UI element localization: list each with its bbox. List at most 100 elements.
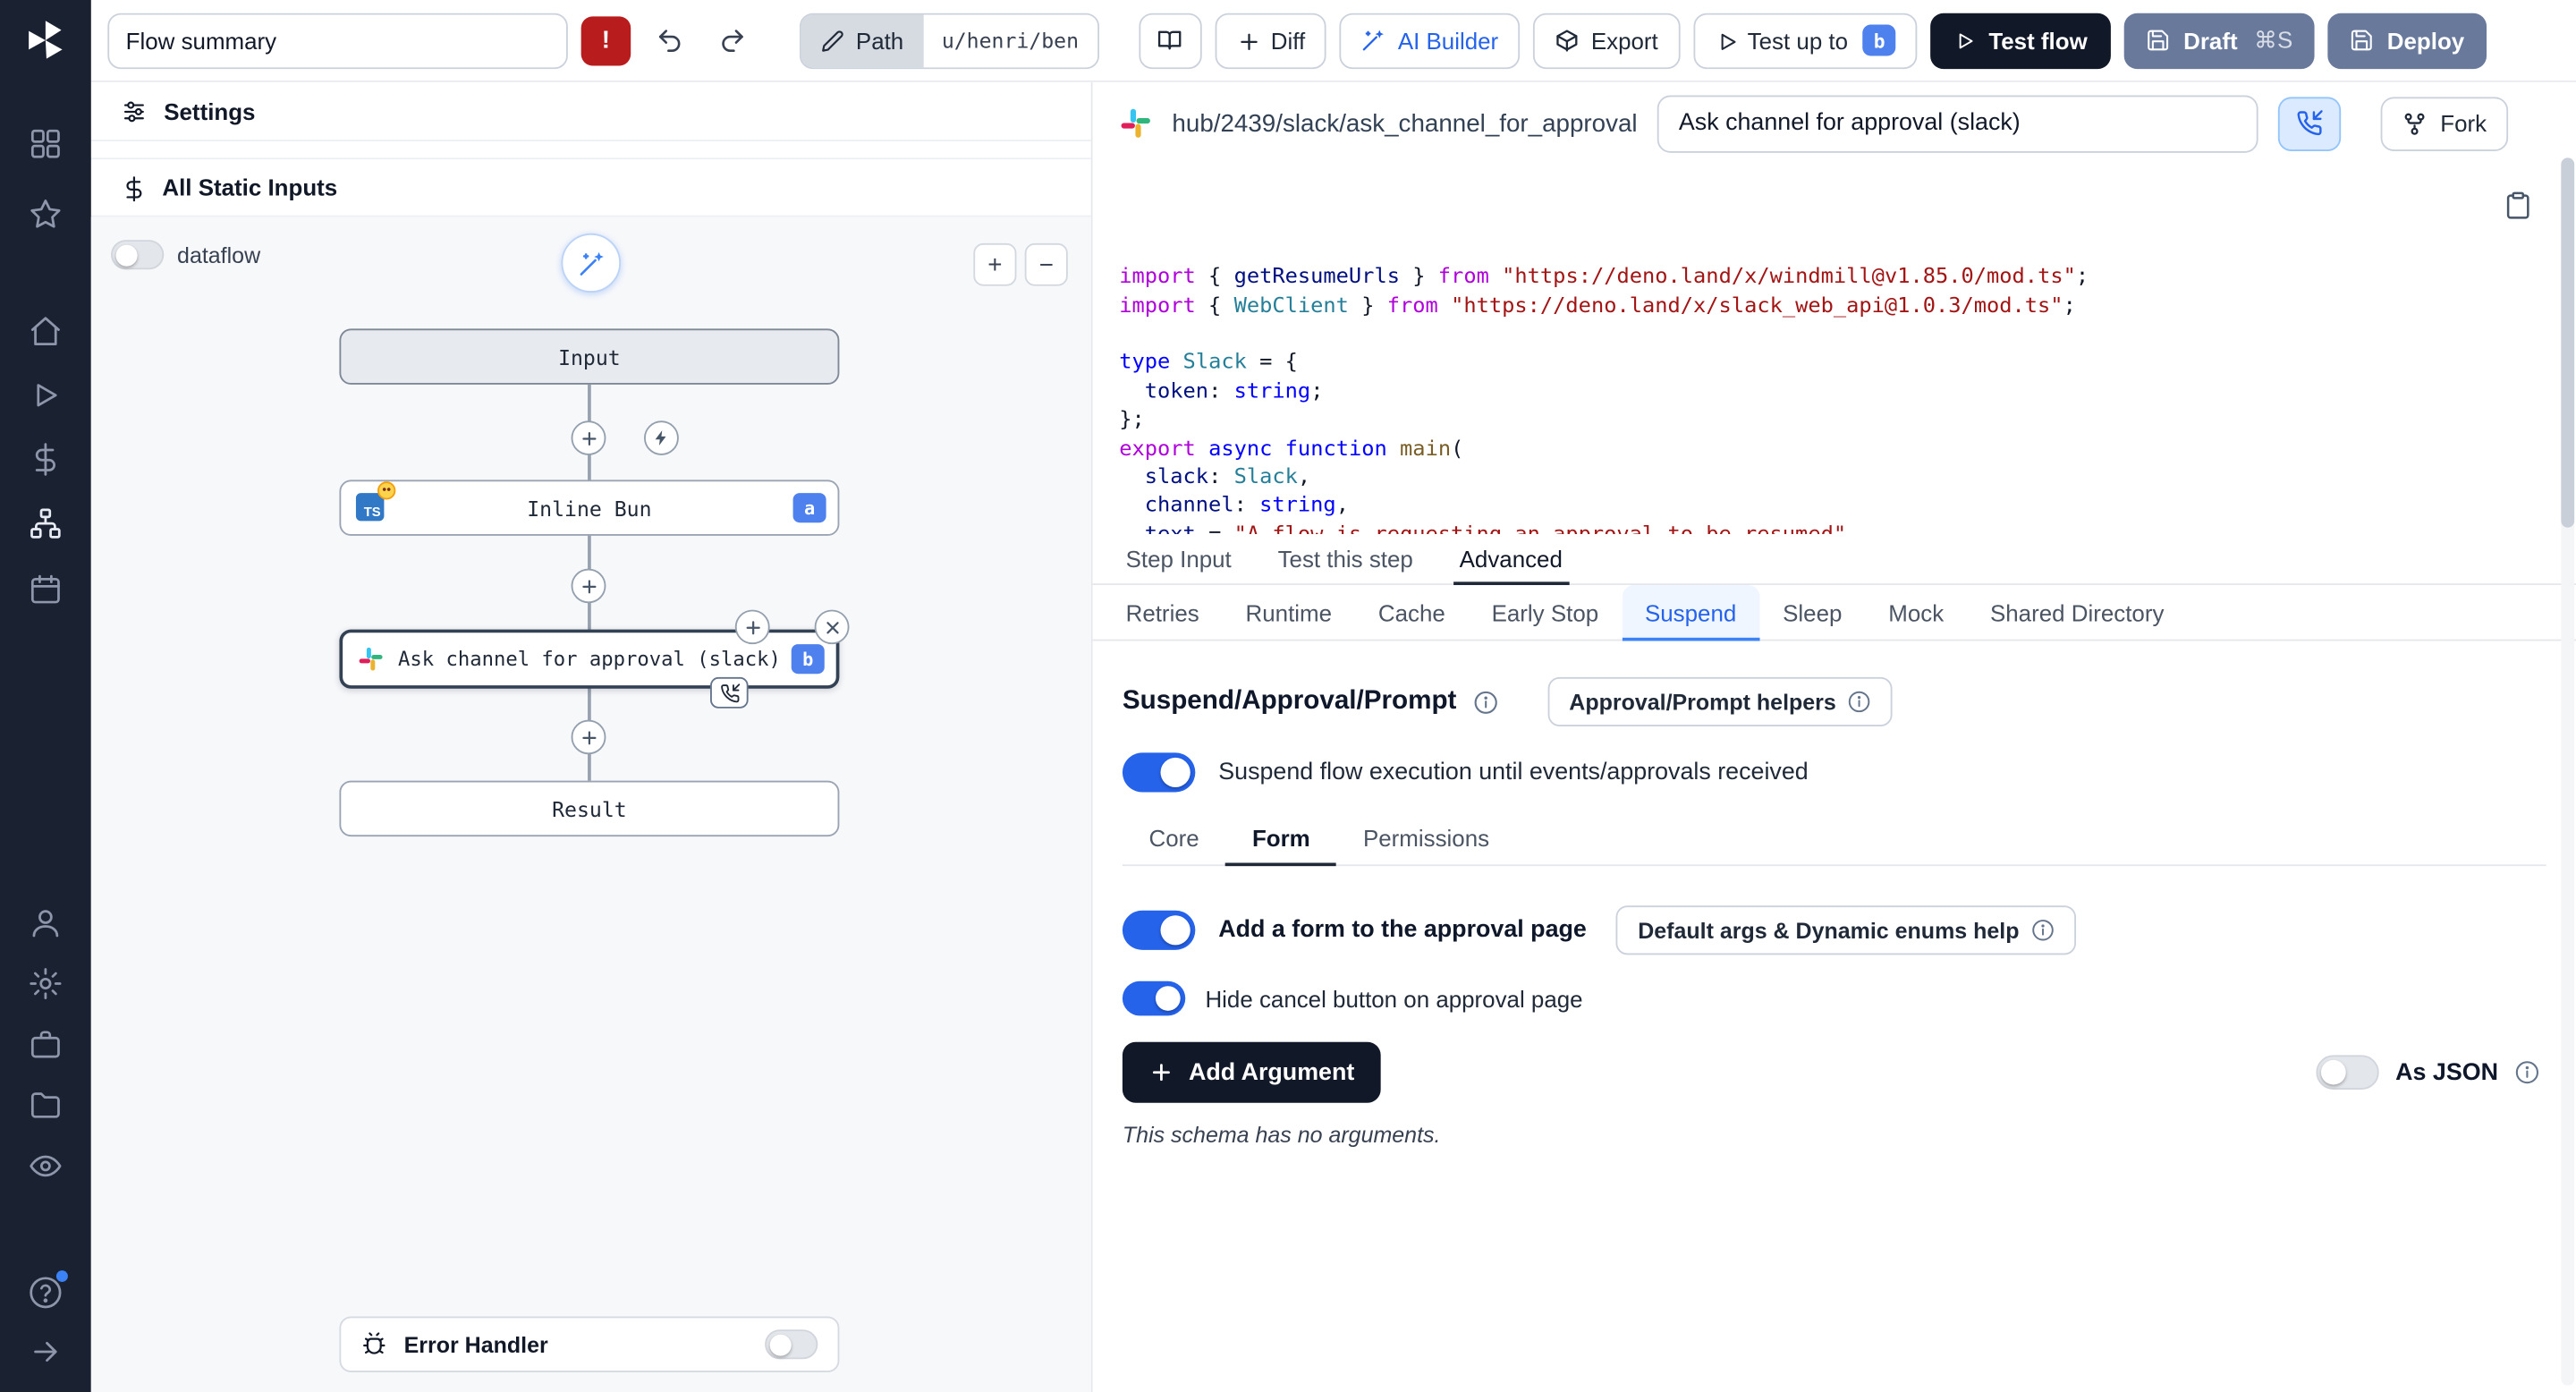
zoom-out-button[interactable]: −	[1025, 243, 1068, 286]
flow-settings-row[interactable]: Settings	[91, 82, 1091, 141]
windmill-logo-icon[interactable]	[23, 18, 68, 63]
scrollbar-track[interactable]	[2561, 157, 2574, 1385]
wand-icon	[1361, 28, 1386, 53]
suspend-phone-button[interactable]	[2278, 96, 2341, 150]
save-icon	[2146, 28, 2171, 53]
add-argument-button[interactable]: Add Argument	[1123, 1042, 1381, 1103]
advanced-tabs: Retries Runtime Cache Early Stop Suspend…	[1093, 585, 2576, 641]
nav-workers-briefcase-icon[interactable]	[28, 1027, 63, 1062]
undo-button[interactable]	[644, 15, 694, 64]
suspend-execution-toggle[interactable]	[1123, 752, 1195, 792]
suspend-indicator-badge	[710, 677, 749, 709]
step-header: hub/2439/slack/ask_channel_for_approval …	[1093, 82, 2576, 165]
draft-button[interactable]: Draft⌘S	[2123, 13, 2314, 68]
nav-help-circle-icon[interactable]	[28, 1276, 63, 1311]
node-delete-button[interactable]	[815, 610, 850, 645]
subtab-core[interactable]: Core	[1123, 812, 1225, 865]
test-flow-button[interactable]: Test flow	[1931, 13, 2111, 68]
nav-audit-eye-icon[interactable]	[28, 1149, 63, 1184]
error-handler-toggle[interactable]	[765, 1329, 818, 1359]
left-nav-rail	[0, 0, 91, 1392]
step-primary-tabs: Step Input Test this step Advanced	[1093, 534, 2576, 585]
nav-folders-icon[interactable]	[28, 1088, 63, 1123]
fork-button[interactable]: Fork	[2381, 96, 2509, 150]
redo-button[interactable]	[707, 15, 757, 64]
copy-code-button[interactable]	[2504, 191, 2533, 220]
add-form-label: Add a form to the approval page	[1218, 917, 1587, 943]
slack-icon	[1119, 106, 1152, 140]
scrollbar-thumb[interactable]	[2561, 157, 2574, 527]
alert-icon: !	[602, 26, 610, 54]
error-handler-row[interactable]: Error Handler	[339, 1317, 839, 1372]
error-indicator-button[interactable]: !	[581, 15, 631, 64]
tab-early-stop[interactable]: Early Stop	[1469, 585, 1622, 640]
ai-flow-assistant-button[interactable]	[561, 233, 621, 293]
node-result[interactable]: Result	[339, 781, 839, 836]
nav-flows-sitemap-icon[interactable]	[28, 506, 63, 541]
tab-cache[interactable]: Cache	[1355, 585, 1469, 640]
step-detail-panel: hub/2439/slack/ask_channel_for_approval …	[1093, 82, 2576, 1392]
static-inputs-row[interactable]: All Static Inputs	[91, 157, 1091, 216]
as-json-toggle[interactable]	[2316, 1055, 2378, 1090]
notification-dot	[56, 1270, 68, 1282]
tab-shared-directory[interactable]: Shared Directory	[1967, 585, 2187, 640]
nav-collapse-arrow-icon[interactable]	[28, 1335, 63, 1370]
plus-icon	[1149, 1060, 1174, 1085]
pencil-icon	[821, 29, 844, 52]
add-branch-bolt-button[interactable]	[644, 420, 679, 455]
tab-retries[interactable]: Retries	[1103, 585, 1223, 640]
nav-home-icon[interactable]	[28, 314, 63, 349]
flow-editor-panel: Settings All Static Inputs dataflow + −	[91, 82, 1093, 1392]
ai-builder-button[interactable]: AI Builder	[1340, 13, 1520, 68]
tab-test-this-step[interactable]: Test this step	[1255, 534, 1436, 583]
tab-advanced[interactable]: Advanced	[1436, 534, 1586, 583]
step-id-badge: b	[1863, 25, 1896, 56]
path-editor-button[interactable]: Path u/henri/ben	[800, 13, 1098, 68]
deploy-button[interactable]: Deploy	[2327, 13, 2486, 68]
tab-mock[interactable]: Mock	[1865, 585, 1967, 640]
empty-schema-text: This schema has no arguments.	[1123, 1123, 2546, 1148]
subtab-permissions[interactable]: Permissions	[1336, 812, 1515, 865]
step-name-input[interactable]	[1657, 95, 2258, 152]
subtab-form[interactable]: Form	[1225, 812, 1336, 865]
approval-helpers-button[interactable]: Approval/Prompt helpers	[1547, 677, 1893, 726]
info-icon[interactable]	[2515, 1060, 2540, 1085]
add-form-toggle[interactable]	[1123, 911, 1195, 950]
nav-user-icon[interactable]	[28, 905, 63, 940]
nav-star-icon[interactable]	[28, 197, 63, 232]
tab-suspend[interactable]: Suspend	[1622, 585, 1759, 640]
diff-button[interactable]: Diff	[1215, 13, 1326, 68]
dataflow-toggle[interactable]	[111, 240, 164, 269]
insert-step-button[interactable]	[572, 720, 606, 755]
test-up-to-button[interactable]: Test up tob	[1693, 13, 1918, 68]
hide-cancel-toggle[interactable]	[1123, 981, 1185, 1016]
flow-summary-input[interactable]	[107, 13, 568, 68]
code-editor[interactable]: import { getResumeUrls } from "https://d…	[1093, 165, 2576, 534]
insert-step-button[interactable]	[572, 569, 606, 604]
node-add-button[interactable]	[735, 610, 770, 645]
zoom-in-button[interactable]: +	[973, 243, 1016, 286]
node-input[interactable]: Input	[339, 328, 839, 384]
tab-runtime[interactable]: Runtime	[1223, 585, 1355, 640]
play-icon	[1953, 30, 1975, 51]
node-inline-bun[interactable]: TS Inline Bun a	[339, 480, 839, 535]
tab-step-input[interactable]: Step Input	[1103, 534, 1255, 583]
export-button[interactable]: Export	[1533, 13, 1680, 68]
nav-apps-grid-icon[interactable]	[28, 126, 63, 161]
top-toolbar: ! Path u/henri/ben Diff AI Builder Expor…	[91, 0, 2576, 82]
nav-variables-dollar-icon[interactable]	[28, 442, 63, 477]
path-value: u/henri/ben	[923, 14, 1097, 67]
docs-button[interactable]	[1139, 13, 1201, 68]
default-args-help-button[interactable]: Default args & Dynamic enums help	[1616, 905, 2075, 955]
info-icon[interactable]	[1473, 690, 1498, 715]
typescript-icon: TS	[356, 493, 386, 522]
as-json-label: As JSON	[2395, 1059, 2498, 1085]
tab-sleep[interactable]: Sleep	[1759, 585, 1865, 640]
emoji-sticker	[377, 481, 395, 499]
book-icon	[1157, 27, 1183, 53]
nav-schedules-calendar-icon[interactable]	[28, 572, 63, 607]
insert-step-button[interactable]	[572, 420, 606, 455]
nav-settings-gear-icon[interactable]	[28, 966, 63, 1001]
flow-graph[interactable]: dataflow + − Input TS	[91, 216, 1091, 1392]
nav-runs-play-icon[interactable]	[28, 378, 63, 413]
